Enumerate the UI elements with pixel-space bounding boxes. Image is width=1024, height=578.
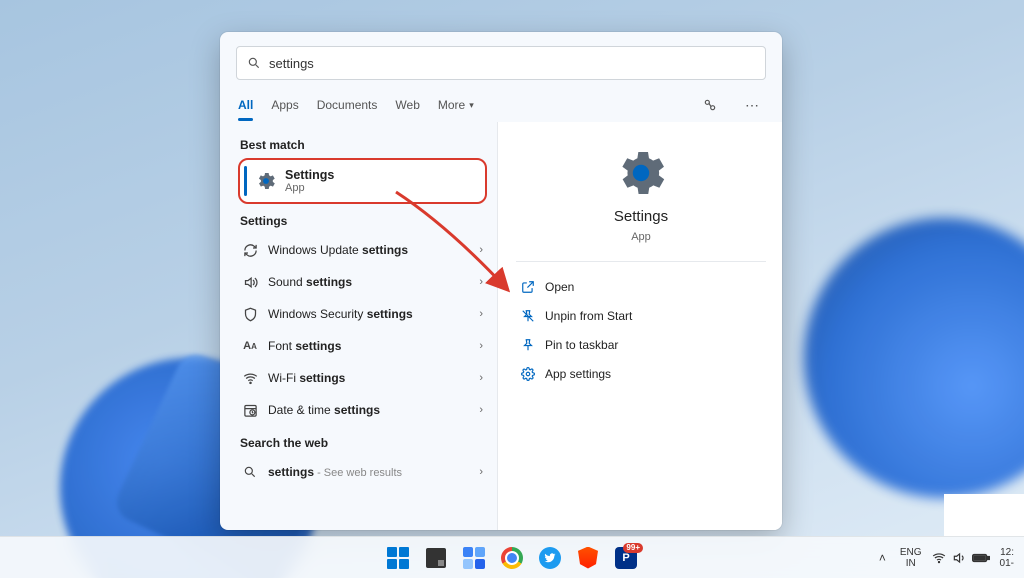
result-label: settings - See web results (268, 465, 469, 479)
result-font[interactable]: AA Font settings › (238, 330, 487, 362)
clock-icon (242, 402, 258, 418)
tab-apps[interactable]: Apps (271, 94, 298, 116)
section-search-web: Search the web (240, 436, 487, 450)
gear-icon (520, 366, 535, 381)
chevron-right-icon: › (479, 466, 483, 478)
quick-settings[interactable] (932, 551, 990, 565)
search-icon (247, 56, 261, 70)
start-search-panel: All Apps Documents Web More▾ ⋯ Best matc… (220, 32, 782, 530)
cropped-whitespace (944, 494, 1024, 536)
best-match-result[interactable]: Settings App (238, 158, 487, 204)
preview-pane: Settings App Open Unpin from Start Pin (497, 122, 782, 530)
result-windows-update[interactable]: Windows Update settings › (238, 234, 487, 266)
tray-overflow-button[interactable]: ˄ (875, 547, 890, 569)
wallpaper-bloom (804, 218, 1024, 498)
terminal-icon (426, 548, 446, 568)
best-match-title: Settings (285, 168, 334, 182)
settings-gear-icon (255, 170, 277, 192)
wifi-icon (242, 370, 258, 386)
action-label: Unpin from Start (545, 309, 632, 323)
best-match-subtitle: App (285, 182, 334, 194)
tab-more[interactable]: More▾ (438, 94, 474, 116)
result-datetime[interactable]: Date & time settings › (238, 394, 487, 426)
speaker-icon (242, 274, 258, 290)
result-label: Font settings (268, 339, 469, 353)
open-icon (520, 279, 535, 294)
taskbar-widgets[interactable] (458, 542, 490, 574)
taskbar-app-terminal[interactable] (420, 542, 452, 574)
twitter-icon (539, 547, 561, 569)
wifi-icon (932, 551, 946, 565)
unpin-icon (520, 308, 535, 323)
search-icon (242, 464, 258, 480)
action-label: Open (545, 280, 574, 294)
account-sync-icon[interactable] (698, 93, 722, 117)
result-label: Sound settings (268, 275, 469, 289)
search-input[interactable] (269, 56, 755, 71)
paypal-icon: P99+ (615, 547, 637, 569)
action-label: App settings (545, 367, 611, 381)
preview-title: Settings (614, 208, 668, 225)
result-security[interactable]: Windows Security settings › (238, 298, 487, 330)
section-best-match: Best match (240, 138, 487, 152)
search-box[interactable] (236, 46, 766, 80)
result-wifi[interactable]: Wi-Fi settings › (238, 362, 487, 394)
chevron-right-icon: › (479, 372, 483, 384)
preview-subtitle: App (631, 231, 651, 243)
tab-web[interactable]: Web (395, 94, 419, 116)
brave-icon (578, 547, 598, 569)
pin-icon (520, 337, 535, 352)
search-header (220, 32, 782, 88)
tab-documents[interactable]: Documents (317, 94, 378, 116)
chevron-right-icon: › (479, 308, 483, 320)
chevron-right-icon: › (479, 244, 483, 256)
clock-date[interactable]: 12:01- (1000, 547, 1018, 569)
language-indicator[interactable]: ENGIN (900, 547, 922, 569)
section-settings: Settings (240, 214, 487, 228)
action-unpin-start[interactable]: Unpin from Start (516, 301, 766, 330)
tab-all[interactable]: All (238, 94, 253, 116)
chevron-right-icon: › (479, 340, 483, 352)
system-tray: ˄ ENGIN 12:01- (875, 547, 1018, 569)
search-scope-tabs: All Apps Documents Web More▾ ⋯ (220, 88, 782, 122)
sync-icon (242, 242, 258, 258)
selection-indicator (244, 166, 247, 196)
shield-icon (242, 306, 258, 322)
windows-icon (387, 547, 409, 569)
taskbar-app-twitter[interactable] (534, 542, 566, 574)
taskbar-pinned-apps: P99+ (382, 542, 642, 574)
result-label: Wi-Fi settings (268, 371, 469, 385)
battery-icon (972, 552, 990, 564)
result-web-search[interactable]: settings - See web results › (238, 456, 487, 488)
widgets-icon (463, 547, 485, 569)
settings-gear-icon (612, 144, 670, 202)
volume-icon (952, 551, 966, 565)
action-pin-taskbar[interactable]: Pin to taskbar (516, 330, 766, 359)
taskbar-app-chrome[interactable] (496, 542, 528, 574)
action-label: Pin to taskbar (545, 338, 618, 352)
action-open[interactable]: Open (516, 272, 766, 301)
results-column: Best match Settings App Settings Windows… (220, 122, 497, 530)
result-label: Date & time settings (268, 403, 469, 417)
font-icon: AA (242, 338, 258, 354)
action-app-settings[interactable]: App settings (516, 359, 766, 388)
taskbar-app-paypal[interactable]: P99+ (610, 542, 642, 574)
result-label: Windows Update settings (268, 243, 469, 257)
more-options-icon[interactable]: ⋯ (740, 93, 764, 117)
result-label: Windows Security settings (268, 307, 469, 321)
result-sound[interactable]: Sound settings › (238, 266, 487, 298)
taskbar: P99+ ˄ ENGIN 12:01- (0, 536, 1024, 578)
chrome-icon (501, 547, 523, 569)
taskbar-app-brave[interactable] (572, 542, 604, 574)
notification-badge: 99+ (623, 543, 643, 553)
chevron-right-icon: › (479, 276, 483, 288)
chevron-right-icon: › (479, 404, 483, 416)
preview-header: Settings App (516, 144, 766, 262)
start-button[interactable] (382, 542, 414, 574)
